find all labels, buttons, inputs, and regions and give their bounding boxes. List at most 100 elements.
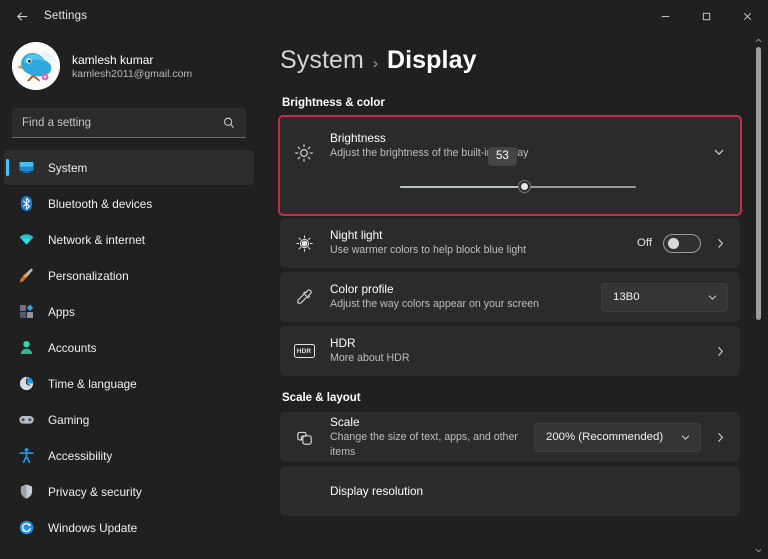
scale-subtitle: Change the size of text, apps, and other… (330, 431, 518, 458)
color-profile-text: Color profile Adjust the way colors appe… (330, 282, 587, 311)
scale-icon (292, 428, 316, 447)
sidebar-item-accessibility[interactable]: Accessibility (4, 438, 254, 473)
hdr-card[interactable]: HDR HDR More about HDR (280, 326, 740, 376)
night-light-icon (292, 234, 316, 253)
sidebar-item-apps[interactable]: Apps (4, 294, 254, 329)
hdr-text: HDR More about HDR (330, 336, 698, 365)
account-text: kamlesh kumar kamlesh2011@gmail.com (72, 53, 192, 80)
minimize-icon (661, 15, 670, 17)
search-input[interactable] (22, 116, 222, 129)
shield-glyph (20, 484, 33, 499)
search-box[interactable] (12, 108, 246, 138)
sidebar-item-label: Privacy & security (48, 484, 142, 499)
content-inner: System › Display Brightness & color Brig… (272, 32, 768, 516)
slider-thumb[interactable] (518, 180, 532, 193)
brightness-sun-icon (292, 143, 316, 163)
sidebar-item-accounts[interactable]: Accounts (4, 330, 254, 365)
sidebar-item-label: Accessibility (48, 448, 113, 463)
bird-avatar-icon (12, 42, 60, 90)
brightness-expand-button[interactable] (710, 145, 728, 159)
scale-chevron[interactable] (712, 429, 728, 445)
paintbrush-glyph (19, 268, 33, 283)
sidebar-item-label: Network & internet (48, 232, 146, 247)
sidebar-item-bluetooth-devices[interactable]: Bluetooth & devices (4, 186, 254, 221)
chevron-right-icon (717, 432, 723, 442)
maximize-button[interactable] (686, 0, 727, 32)
color-profile-title: Color profile (330, 282, 394, 297)
section-heading-brightness-color: Brightness & color (282, 97, 385, 109)
close-button[interactable] (727, 0, 768, 32)
sidebar-item-system[interactable]: System (4, 150, 254, 185)
night-light-text: Night light Use warmer colors to help bl… (330, 228, 623, 257)
night-light-row: Night light Use warmer colors to help bl… (280, 218, 740, 268)
close-icon (743, 12, 752, 20)
scale-card[interactable]: Scale Change the size of text, apps, and… (280, 412, 740, 462)
night-light-controls: Off (637, 233, 728, 253)
night-light-chevron[interactable] (712, 235, 728, 251)
scale-selected: 200% (Recommended) (546, 431, 664, 443)
arrow-left-icon (16, 11, 27, 21)
back-button[interactable] (0, 0, 44, 32)
hdr-subtitle: More about HDR (330, 352, 410, 365)
brightness-slider[interactable] (400, 177, 636, 197)
slider-track-fill (400, 186, 525, 188)
color-profile-controls: 13B0 (601, 282, 728, 312)
hdr-chevron[interactable] (712, 343, 728, 359)
content-scrollbar[interactable] (752, 34, 765, 557)
brightness-card[interactable]: Brightness Adjust the brightness of the … (278, 115, 742, 216)
update-icon (18, 519, 35, 536)
apps-icon (18, 303, 35, 320)
hdr-badge-icon: HDR (292, 344, 316, 358)
hdr-row: HDR HDR More about HDR (280, 326, 740, 376)
scale-dropdown[interactable]: 200% (Recommended) (534, 422, 701, 452)
title-bar: Settings (0, 0, 768, 32)
section-heading-scale-layout: Scale & layout (282, 392, 361, 404)
scale-title: Scale (330, 415, 360, 430)
sidebar-item-gaming[interactable]: Gaming (4, 402, 254, 437)
display-resolution-title: Display resolution (330, 484, 424, 498)
night-light-card[interactable]: Night light Use warmer colors to help bl… (280, 218, 740, 268)
scale-text: Scale Change the size of text, apps, and… (330, 415, 520, 459)
sun-small-glyph (295, 234, 313, 252)
night-light-subtitle: Use warmer colors to help block blue lig… (330, 244, 527, 257)
sidebar-item-label: Accounts (48, 340, 97, 355)
hdr-badge-text: HDR (293, 344, 315, 358)
color-profile-card[interactable]: Color profile Adjust the way colors appe… (280, 272, 740, 322)
avatar (12, 42, 60, 90)
bluetooth-glyph (21, 196, 32, 211)
sun-glyph (295, 144, 313, 162)
bluetooth-icon (18, 195, 35, 212)
settings-window: Settings kamlesh kumar kamlesh2011@gmail… (0, 0, 768, 559)
sidebar-item-network-internet[interactable]: Network & internet (4, 222, 254, 257)
search-container (0, 100, 262, 148)
wifi-icon (18, 231, 35, 248)
page-title: Display (386, 46, 477, 74)
sidebar-item-privacy-security[interactable]: Privacy & security (4, 474, 254, 509)
scrollbar-thumb[interactable] (756, 47, 761, 321)
night-light-state-label: Off (637, 237, 652, 249)
scroll-up-button[interactable] (752, 34, 765, 47)
minimize-button[interactable] (645, 0, 686, 32)
scroll-down-button[interactable] (752, 544, 765, 557)
wifi-glyph (19, 234, 34, 245)
display-resolution-row: Display resolution (280, 466, 740, 516)
sidebar-item-windows-update[interactable]: Windows Update (4, 510, 254, 545)
night-light-toggle[interactable] (663, 233, 701, 253)
breadcrumb-root[interactable]: System (280, 46, 364, 75)
sidebar-item-label: Gaming (48, 412, 90, 427)
window-body: kamlesh kumar kamlesh2011@gmail.com Find… (0, 32, 768, 559)
display-resolution-card[interactable]: Display resolution (280, 466, 740, 516)
sidebar-item-time-language[interactable]: Time & language (4, 366, 254, 401)
night-light-title: Night light (330, 228, 383, 243)
scrollbar-track[interactable] (752, 47, 765, 544)
paintbrush-icon (18, 267, 35, 284)
color-profile-dropdown[interactable]: 13B0 (601, 282, 728, 312)
sidebar-item-personalization[interactable]: Personalization (4, 258, 254, 293)
window-title: Settings (44, 10, 88, 22)
clock-icon (18, 375, 35, 392)
scale-glyph (296, 431, 312, 445)
person-glyph (20, 341, 33, 354)
account-tile[interactable]: kamlesh kumar kamlesh2011@gmail.com (0, 32, 262, 100)
color-profile-row: Color profile Adjust the way colors appe… (280, 272, 740, 322)
